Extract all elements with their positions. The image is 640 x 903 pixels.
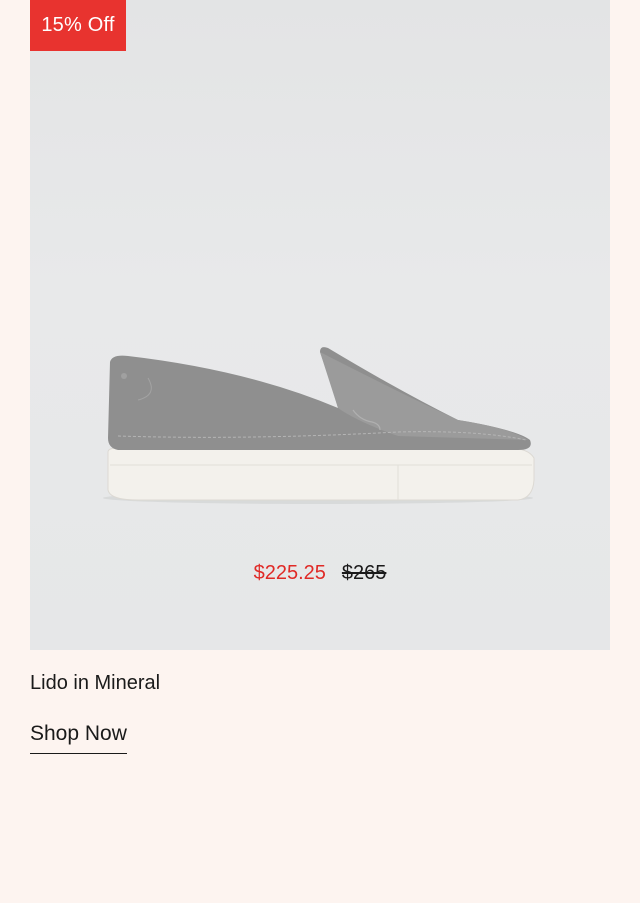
product-image-card[interactable]: 15% Off $225.25 $265 — [30, 0, 610, 650]
product-name[interactable]: Lido in Mineral — [30, 672, 160, 695]
shoe-image — [103, 347, 535, 504]
original-price: $265 — [341, 562, 387, 584]
shop-now-link[interactable]: Shop Now — [30, 722, 127, 754]
product-tile: 15% Off $225.25 $265 Lido in Mineral Sho… — [0, 0, 640, 903]
discount-badge: 15% Off — [30, 0, 126, 51]
sale-price: $225.25 — [253, 562, 326, 584]
price-row: $225.25 $265 — [30, 562, 610, 585]
